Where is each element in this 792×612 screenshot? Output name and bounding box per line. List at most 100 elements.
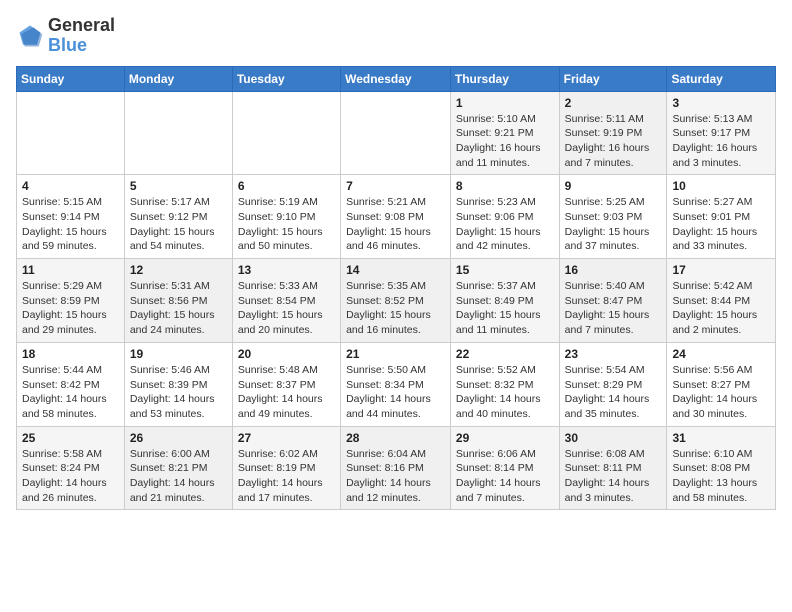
- day-info: Sunrise: 5:54 AM Sunset: 8:29 PM Dayligh…: [565, 363, 662, 422]
- day-info: Sunrise: 5:50 AM Sunset: 8:34 PM Dayligh…: [346, 363, 445, 422]
- day-cell: 27 Sunrise: 6:02 AM Sunset: 8:19 PM Dayli…: [232, 426, 340, 510]
- day-cell: 23 Sunrise: 5:54 AM Sunset: 8:29 PM Dayli…: [559, 342, 667, 426]
- day-info: Sunrise: 5:42 AM Sunset: 8:44 PM Dayligh…: [672, 279, 770, 338]
- day-number: 11: [22, 263, 119, 277]
- header-tuesday: Tuesday: [232, 66, 340, 91]
- day-cell: 25 Sunrise: 5:58 AM Sunset: 8:24 PM Dayli…: [17, 426, 125, 510]
- week-row-1: 4 Sunrise: 5:15 AM Sunset: 9:14 PM Daylig…: [17, 175, 776, 259]
- day-number: 21: [346, 347, 445, 361]
- day-number: 3: [672, 96, 770, 110]
- day-number: 29: [456, 431, 554, 445]
- day-info: Sunrise: 6:02 AM Sunset: 8:19 PM Dayligh…: [238, 447, 335, 506]
- day-cell: 5Sunrise: 5:17 AM Sunset: 9:12 PM Daylig…: [124, 175, 232, 259]
- header-sunday: Sunday: [17, 66, 125, 91]
- header-wednesday: Wednesday: [341, 66, 451, 91]
- day-cell: 19Sunrise: 5:46 AM Sunset: 8:39 PM Dayli…: [124, 342, 232, 426]
- page-header: General Blue: [16, 16, 776, 56]
- day-info: Sunrise: 5:35 AM Sunset: 8:52 PM Dayligh…: [346, 279, 445, 338]
- day-cell: 12 Sunrise: 5:31 AM Sunset: 8:56 PM Dayli…: [124, 259, 232, 343]
- header-thursday: Thursday: [450, 66, 559, 91]
- day-info: Sunrise: 5:10 AM Sunset: 9:21 PM Dayligh…: [456, 112, 554, 171]
- day-cell: 14 Sunrise: 5:35 AM Sunset: 8:52 PM Dayli…: [341, 259, 451, 343]
- day-info: Sunrise: 5:29 AM Sunset: 8:59 PM Dayligh…: [22, 279, 119, 338]
- day-cell: 11 Sunrise: 5:29 AM Sunset: 8:59 PM Dayli…: [17, 259, 125, 343]
- day-info: Sunrise: 5:58 AM Sunset: 8:24 PM Dayligh…: [22, 447, 119, 506]
- day-number: 12: [130, 263, 227, 277]
- week-row-4: 25 Sunrise: 5:58 AM Sunset: 8:24 PM Dayli…: [17, 426, 776, 510]
- day-number: 20: [238, 347, 335, 361]
- day-number: 31: [672, 431, 770, 445]
- day-cell: 28Sunrise: 6:04 AM Sunset: 8:16 PM Dayli…: [341, 426, 451, 510]
- day-number: 1: [456, 96, 554, 110]
- day-info: Sunrise: 5:48 AM Sunset: 8:37 PM Dayligh…: [238, 363, 335, 422]
- day-cell: 8Sunrise: 5:23 AM Sunset: 9:06 PM Daylig…: [450, 175, 559, 259]
- header-monday: Monday: [124, 66, 232, 91]
- day-info: Sunrise: 5:15 AM Sunset: 9:14 PM Dayligh…: [22, 195, 119, 254]
- day-cell: 3Sunrise: 5:13 AM Sunset: 9:17 PM Daylig…: [667, 91, 776, 175]
- day-number: 5: [130, 179, 227, 193]
- day-cell: 31 Sunrise: 6:10 AM Sunset: 8:08 PM Dayli…: [667, 426, 776, 510]
- day-number: 7: [346, 179, 445, 193]
- day-number: 28: [346, 431, 445, 445]
- day-cell: 4 Sunrise: 5:15 AM Sunset: 9:14 PM Daylig…: [17, 175, 125, 259]
- logo-icon: [16, 22, 44, 50]
- day-number: 10: [672, 179, 770, 193]
- day-number: 9: [565, 179, 662, 193]
- day-info: Sunrise: 5:44 AM Sunset: 8:42 PM Dayligh…: [22, 363, 119, 422]
- day-number: 24: [672, 347, 770, 361]
- day-cell: 30 Sunrise: 6:08 AM Sunset: 8:11 PM Dayli…: [559, 426, 667, 510]
- week-row-0: 1 Sunrise: 5:10 AM Sunset: 9:21 PM Daylig…: [17, 91, 776, 175]
- day-number: 19: [130, 347, 227, 361]
- day-number: 6: [238, 179, 335, 193]
- day-cell: 18 Sunrise: 5:44 AM Sunset: 8:42 PM Dayli…: [17, 342, 125, 426]
- header-saturday: Saturday: [667, 66, 776, 91]
- day-number: 15: [456, 263, 554, 277]
- day-cell: [232, 91, 340, 175]
- day-info: Sunrise: 5:33 AM Sunset: 8:54 PM Dayligh…: [238, 279, 335, 338]
- day-cell: 26 Sunrise: 6:00 AM Sunset: 8:21 PM Dayli…: [124, 426, 232, 510]
- day-cell: 1 Sunrise: 5:10 AM Sunset: 9:21 PM Daylig…: [450, 91, 559, 175]
- day-info: Sunrise: 6:08 AM Sunset: 8:11 PM Dayligh…: [565, 447, 662, 506]
- day-cell: 7 Sunrise: 5:21 AM Sunset: 9:08 PM Daylig…: [341, 175, 451, 259]
- day-cell: [341, 91, 451, 175]
- day-cell: 2 Sunrise: 5:11 AM Sunset: 9:19 PM Daylig…: [559, 91, 667, 175]
- header-row: SundayMondayTuesdayWednesdayThursdayFrid…: [17, 66, 776, 91]
- calendar-body: 1 Sunrise: 5:10 AM Sunset: 9:21 PM Daylig…: [17, 91, 776, 510]
- day-info: Sunrise: 5:31 AM Sunset: 8:56 PM Dayligh…: [130, 279, 227, 338]
- day-number: 27: [238, 431, 335, 445]
- day-cell: 24 Sunrise: 5:56 AM Sunset: 8:27 PM Dayli…: [667, 342, 776, 426]
- day-number: 22: [456, 347, 554, 361]
- day-info: Sunrise: 6:00 AM Sunset: 8:21 PM Dayligh…: [130, 447, 227, 506]
- day-cell: 29 Sunrise: 6:06 AM Sunset: 8:14 PM Dayli…: [450, 426, 559, 510]
- day-number: 4: [22, 179, 119, 193]
- calendar-header: SundayMondayTuesdayWednesdayThursdayFrid…: [17, 66, 776, 91]
- day-number: 25: [22, 431, 119, 445]
- day-number: 2: [565, 96, 662, 110]
- day-info: Sunrise: 5:25 AM Sunset: 9:03 PM Dayligh…: [565, 195, 662, 254]
- day-number: 14: [346, 263, 445, 277]
- week-row-3: 18 Sunrise: 5:44 AM Sunset: 8:42 PM Dayli…: [17, 342, 776, 426]
- day-number: 23: [565, 347, 662, 361]
- day-cell: 20 Sunrise: 5:48 AM Sunset: 8:37 PM Dayli…: [232, 342, 340, 426]
- day-cell: 17Sunrise: 5:42 AM Sunset: 8:44 PM Dayli…: [667, 259, 776, 343]
- day-number: 26: [130, 431, 227, 445]
- calendar-table: SundayMondayTuesdayWednesdayThursdayFrid…: [16, 66, 776, 511]
- day-number: 30: [565, 431, 662, 445]
- day-number: 13: [238, 263, 335, 277]
- day-info: Sunrise: 6:10 AM Sunset: 8:08 PM Dayligh…: [672, 447, 770, 506]
- day-info: Sunrise: 6:06 AM Sunset: 8:14 PM Dayligh…: [456, 447, 554, 506]
- day-info: Sunrise: 5:52 AM Sunset: 8:32 PM Dayligh…: [456, 363, 554, 422]
- day-cell: 9 Sunrise: 5:25 AM Sunset: 9:03 PM Daylig…: [559, 175, 667, 259]
- day-cell: 15Sunrise: 5:37 AM Sunset: 8:49 PM Dayli…: [450, 259, 559, 343]
- day-info: Sunrise: 5:56 AM Sunset: 8:27 PM Dayligh…: [672, 363, 770, 422]
- day-cell: 21 Sunrise: 5:50 AM Sunset: 8:34 PM Dayli…: [341, 342, 451, 426]
- day-number: 18: [22, 347, 119, 361]
- logo: General Blue: [16, 16, 115, 56]
- day-info: Sunrise: 5:23 AM Sunset: 9:06 PM Dayligh…: [456, 195, 554, 254]
- day-cell: 10Sunrise: 5:27 AM Sunset: 9:01 PM Dayli…: [667, 175, 776, 259]
- day-info: Sunrise: 5:11 AM Sunset: 9:19 PM Dayligh…: [565, 112, 662, 171]
- day-info: Sunrise: 5:21 AM Sunset: 9:08 PM Dayligh…: [346, 195, 445, 254]
- week-row-2: 11 Sunrise: 5:29 AM Sunset: 8:59 PM Dayli…: [17, 259, 776, 343]
- day-info: Sunrise: 5:19 AM Sunset: 9:10 PM Dayligh…: [238, 195, 335, 254]
- day-cell: [124, 91, 232, 175]
